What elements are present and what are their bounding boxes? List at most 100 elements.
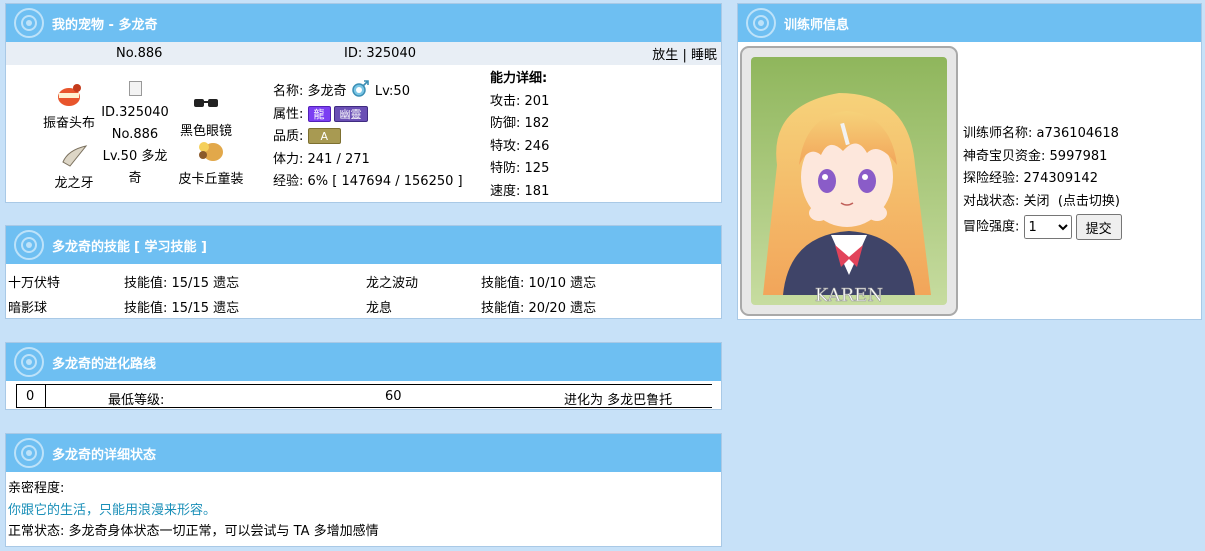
status-panel: 多龙奇的详细状态 亲密程度: 你跟它的生活，只能用浪漫来形容。 正常状态: 多龙… bbox=[5, 433, 722, 547]
pet-exp-row: 经验: 6% [ 147694 / 156250 ] bbox=[273, 174, 463, 189]
headband-label: 振奋头布 bbox=[42, 116, 95, 131]
skill-pp: 技能值: 20/20 遗忘 bbox=[481, 301, 597, 316]
evolution-row: 0 最低等级: 60 进化为 多龙巴鲁托 bbox=[16, 384, 712, 408]
skills-panel: 多龙奇的技能 [ 学习技能 ] 十万伏特 技能值: 15/15 遗忘 龙之波动 … bbox=[5, 225, 722, 319]
trainer-funds: 5997981 bbox=[1049, 148, 1108, 164]
trainer-name: a736104618 bbox=[1036, 126, 1119, 141]
condition-text: 正常状态: 多龙奇身体状态一切正常，可以尝试与 TA 多增加感情 bbox=[8, 524, 379, 539]
pet-name: 多龙奇 bbox=[307, 84, 347, 99]
battle-status-row[interactable]: 对战状态: 关闭 (点击切换) bbox=[963, 191, 1122, 214]
intimacy-label: 亲密程度: bbox=[8, 481, 65, 496]
pet-id-bar: No.886 ID: 325040 放生 | 睡眠 bbox=[6, 42, 721, 65]
sleep-link[interactable]: 睡眠 bbox=[691, 48, 717, 63]
pokeball-icon bbox=[14, 438, 44, 468]
status-panel-header: 多龙奇的详细状态 bbox=[6, 434, 721, 472]
pet-exp: 6% [ 147694 / 156250 ] bbox=[307, 174, 463, 189]
trainer-funds-row: 神奇宝贝资金: 5997981 bbox=[963, 148, 1108, 164]
trainer-avatar: KAREN bbox=[740, 46, 958, 316]
forget-skill-link[interactable]: 遗忘 bbox=[213, 276, 239, 291]
evolution-panel-header: 多龙奇的进化路线 bbox=[6, 343, 721, 381]
stat-row: 速度: 181 bbox=[490, 183, 550, 199]
pokeball-icon bbox=[14, 347, 44, 377]
pet-number: No.886 bbox=[116, 46, 163, 61]
pet-panel: 我的宠物 - 多龙奇 No.886 ID: 325040 放生 | 睡眠 振奋头… bbox=[5, 3, 722, 203]
item-costume[interactable]: 皮卡丘童装 bbox=[171, 138, 251, 187]
skill-pp: 技能值: 15/15 遗忘 bbox=[124, 276, 240, 291]
pet-id: ID: 325040 bbox=[344, 46, 416, 61]
skill-pp: 技能值: 15/15 遗忘 bbox=[124, 301, 240, 316]
battle-status[interactable]: 关闭 bbox=[1024, 194, 1050, 209]
pet-sprite: ID.325040 No.886 Lv.50 多龙奇 bbox=[100, 80, 170, 190]
submit-button[interactable]: 提交 bbox=[1075, 214, 1122, 241]
card-caption: KAREN bbox=[815, 285, 883, 306]
trainer-exp-row: 探险经验: 274309142 bbox=[963, 171, 1098, 187]
pet-sprite-alt: ID.325040 No.886 Lv.50 多龙奇 bbox=[101, 105, 169, 186]
pet-panel-header: 我的宠物 - 多龙奇 bbox=[6, 4, 721, 42]
glasses-label: 黑色眼镜 bbox=[179, 124, 232, 139]
pet-name-row: 名称: 多龙奇 Lv:50 bbox=[273, 80, 463, 104]
trainer-name-row: 训练师名称: a736104618 bbox=[963, 126, 1119, 141]
evolution-index: 0 bbox=[26, 389, 35, 404]
pet-hp: 241 / 271 bbox=[307, 151, 370, 167]
release-link[interactable]: 放生 bbox=[652, 48, 678, 63]
dragon-fang-label: 龙之牙 bbox=[54, 176, 94, 191]
pet-actions: 放生 | 睡眠 bbox=[652, 44, 717, 63]
stat-row: 防御: 182 bbox=[490, 116, 550, 131]
skills-panel-title: 多龙奇的技能 bbox=[52, 239, 131, 255]
gender-male-icon bbox=[351, 80, 369, 97]
item-headband[interactable]: 振奋头布 bbox=[34, 82, 104, 131]
status-panel-title: 多龙奇的详细状态 bbox=[52, 447, 157, 463]
min-level-value: 60 bbox=[385, 389, 402, 404]
forget-skill-link[interactable]: 遗忘 bbox=[570, 276, 596, 291]
forget-skill-link[interactable]: 遗忘 bbox=[213, 301, 239, 316]
battle-toggle-hint[interactable]: (点击切换) bbox=[1058, 194, 1120, 209]
item-dragon-fang[interactable]: 龙之牙 bbox=[44, 142, 104, 191]
pet-basic-info: 名称: 多龙奇 Lv:50 属性: 龍幽靈 品质: A 体力: 241 / 27… bbox=[273, 80, 463, 194]
stat-row: 攻击: 201 bbox=[490, 93, 550, 109]
pokeball-icon bbox=[14, 230, 44, 260]
trainer-exp: 274309142 bbox=[1023, 171, 1098, 187]
evolution-panel-title: 多龙奇的进化路线 bbox=[52, 356, 157, 372]
pet-attr-row: 属性: 龍幽靈 bbox=[273, 104, 463, 127]
intimacy-text: 你跟它的生活，只能用浪漫来形容。 bbox=[8, 502, 217, 518]
broken-image-icon bbox=[128, 81, 142, 96]
stat-row: 特防: 125 bbox=[490, 161, 550, 176]
pet-panel-title: 我的宠物 - 多龙奇 bbox=[52, 17, 158, 33]
skill-name: 暗影球 bbox=[8, 301, 48, 316]
costume-icon bbox=[199, 142, 223, 161]
headband-icon bbox=[58, 84, 81, 106]
pokeball-icon bbox=[14, 8, 44, 38]
pokeball-icon bbox=[746, 8, 776, 38]
learn-skill-link[interactable]: [ 学习技能 ] bbox=[134, 236, 207, 255]
evolves-to[interactable]: 进化为 多龙巴鲁托 bbox=[564, 389, 672, 408]
item-glasses[interactable]: 黑色眼镜 bbox=[171, 90, 241, 139]
attr-tag-ghost: 幽靈 bbox=[333, 105, 368, 122]
attr-tag-dragon: 龍 bbox=[307, 105, 331, 122]
trainer-panel: 训练师信息 KAREN 训练师名称: a736104618 神奇宝贝资金: 59… bbox=[737, 3, 1202, 320]
glasses-icon bbox=[194, 99, 218, 107]
forget-skill-link[interactable]: 遗忘 bbox=[570, 301, 596, 316]
skill-name: 龙息 bbox=[366, 301, 393, 316]
pet-quality-row: 品质: A bbox=[273, 126, 463, 149]
trainer-panel-header: 训练师信息 bbox=[738, 4, 1201, 42]
action-separator: | bbox=[682, 48, 687, 63]
pet-stats: 能力详细: 攻击: 201 防御: 182 特攻: 246 特防: 125 速度… bbox=[490, 68, 549, 203]
trainer-panel-title: 训练师信息 bbox=[784, 17, 850, 33]
status-content: 亲密程度: 你跟它的生活，只能用浪漫来形容。 正常状态: 多龙奇身体状态一切正常… bbox=[8, 478, 379, 543]
trainer-info: 训练师名称: a736104618 神奇宝贝资金: 5997981 探险经验: … bbox=[963, 123, 1122, 241]
pet-hp-row: 体力: 241 / 271 bbox=[273, 151, 370, 167]
pet-level: Lv:50 bbox=[374, 84, 410, 99]
evolution-panel: 多龙奇的进化路线 0 最低等级: 60 进化为 多龙巴鲁托 bbox=[5, 342, 722, 410]
skill-pp: 技能值: 10/10 遗忘 bbox=[481, 276, 597, 291]
stat-row: 特攻: 246 bbox=[490, 138, 550, 154]
fang-icon bbox=[62, 145, 88, 167]
skills-table: 十万伏特 技能值: 15/15 遗忘 龙之波动 技能值: 10/10 遗忘 暗影… bbox=[6, 272, 721, 316]
risk-level-select[interactable]: 1 bbox=[1023, 215, 1072, 240]
ability-title: 能力详细: bbox=[490, 71, 548, 86]
risk-row: 冒险强度: 1 提交 bbox=[963, 214, 1122, 241]
skill-name: 十万伏特 bbox=[8, 276, 61, 291]
quality-badge: A bbox=[307, 128, 342, 144]
skills-panel-header: 多龙奇的技能 [ 学习技能 ] bbox=[6, 226, 721, 264]
min-level-label: 最低等级: bbox=[108, 393, 165, 408]
costume-label: 皮卡丘童装 bbox=[178, 172, 244, 187]
